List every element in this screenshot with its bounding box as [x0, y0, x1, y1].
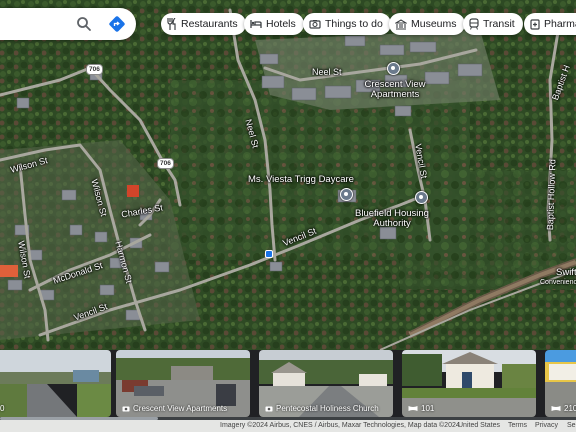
chip-label: Museums	[411, 18, 457, 30]
camera-icon	[122, 406, 130, 412]
search-box[interactable]	[0, 8, 136, 40]
train-icon	[469, 18, 479, 30]
poi-label-crescent[interactable]: Crescent View Apartments	[355, 80, 435, 100]
route-shield: 706	[86, 64, 103, 75]
chip-things-to-do[interactable]: Things to do	[303, 13, 391, 35]
bus-stop-icon[interactable]	[265, 250, 273, 258]
street-label-neel-top: Neel St	[312, 67, 342, 77]
terms-link[interactable]: Terms	[508, 420, 527, 432]
poi-sublabel-swift: Convenienc	[540, 279, 576, 286]
street-view-card[interactable]: Crescent View Apartments	[116, 350, 250, 417]
street-view-caption: Pentecostal Holiness Church	[265, 404, 379, 413]
privacy-link[interactable]: Privacy	[535, 420, 558, 432]
poi-pin-daycare[interactable]	[340, 188, 353, 201]
street-view-card[interactable]: 101	[402, 350, 536, 417]
route-shield: 706	[157, 158, 174, 169]
chip-museums[interactable]: Museums	[389, 13, 465, 35]
chip-transit[interactable]: Transit	[463, 13, 523, 35]
poi-label-bluefield[interactable]: Bluefield Housing Authority	[352, 209, 432, 229]
send-feedback-link[interactable]: Se	[567, 420, 576, 432]
satellite-map[interactable]: Neel St Neel St Vencil St Vencil St Venc…	[0, 0, 576, 350]
chip-label: Hotels	[266, 18, 296, 30]
fork-knife-icon	[167, 18, 176, 30]
caption-text: 101	[421, 404, 435, 413]
camera-icon	[265, 406, 273, 412]
poi-pin-bluefield[interactable]	[415, 191, 428, 204]
chip-label: Restaurants	[181, 18, 238, 30]
camera-icon	[309, 20, 321, 29]
search-icon	[77, 17, 91, 31]
caption-text: 0	[0, 404, 5, 413]
country-link[interactable]: United States	[458, 420, 500, 432]
street-view-card[interactable]: Pentecostal Holiness Church	[259, 350, 393, 417]
chip-hotels[interactable]: Hotels	[244, 13, 304, 35]
caption-text: Crescent View Apartments	[133, 404, 228, 413]
panorama-icon	[551, 406, 561, 411]
panorama-icon	[408, 406, 418, 411]
caption-text: 210	[564, 404, 576, 413]
directions-icon	[109, 16, 125, 32]
street-view-caption: Crescent View Apartments	[122, 404, 227, 413]
chip-restaurants[interactable]: Restaurants	[161, 13, 246, 35]
chip-label: Pharma	[544, 18, 576, 30]
chip-label: Things to do	[325, 18, 383, 30]
poi-label-daycare[interactable]: Ms. Viesta Trigg Daycare	[248, 175, 354, 185]
street-view-photo	[0, 350, 111, 417]
attribution-text: Imagery ©2024 Airbus, CNES / Airbus, Max…	[220, 422, 460, 429]
pharmacy-icon	[530, 19, 540, 30]
map-footer: Imagery ©2024 Airbus, CNES / Airbus, Max…	[0, 420, 576, 432]
street-view-card[interactable]: 0	[0, 350, 111, 417]
chip-label: Transit	[483, 18, 515, 30]
poi-label-swift[interactable]: Swift	[556, 268, 576, 278]
museum-icon	[395, 18, 407, 30]
directions-button[interactable]	[108, 15, 126, 33]
street-view-caption: 0	[0, 404, 4, 413]
street-view-card[interactable]: 210	[545, 350, 576, 417]
chip-pharmacies[interactable]: Pharma	[524, 13, 576, 35]
street-view-strip: 0 Crescent View Apartments Pentecostal H…	[0, 350, 576, 420]
search-button[interactable]	[76, 16, 92, 32]
street-view-caption: 101	[408, 404, 434, 413]
caption-text: Pentecostal Holiness Church	[276, 404, 379, 413]
bed-icon	[250, 20, 262, 28]
street-view-caption: 210	[551, 404, 576, 413]
poi-pin-crescent[interactable]	[387, 62, 400, 75]
